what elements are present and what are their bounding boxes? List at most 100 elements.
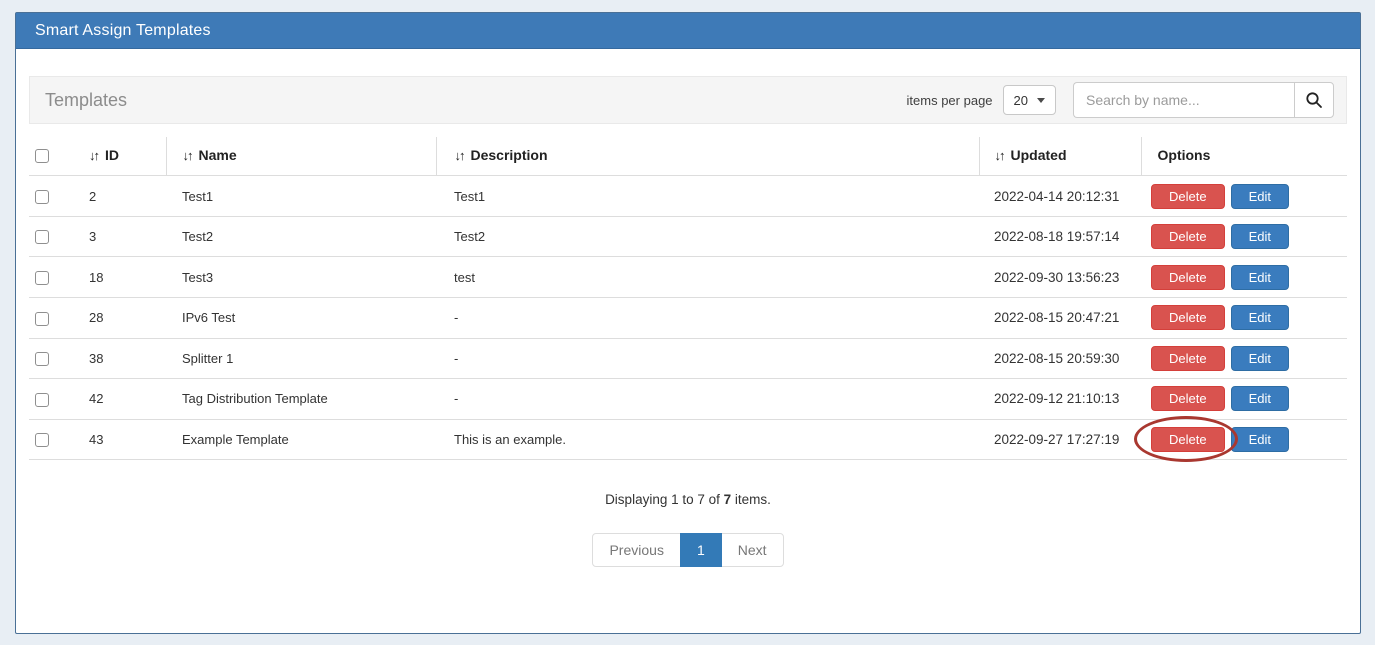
edit-button[interactable]: Edit: [1231, 305, 1289, 330]
row-checkbox[interactable]: [35, 190, 49, 204]
select-all-checkbox[interactable]: [35, 149, 49, 163]
table-row: 38Splitter 1-2022-08-15 20:59:30DeleteEd…: [29, 338, 1347, 379]
row-checkbox-cell: [29, 297, 81, 338]
column-header-updated[interactable]: ↓↑Updated: [979, 137, 1141, 176]
column-header-name[interactable]: ↓↑ Name: [166, 137, 436, 176]
templates-table: ↓↑ID↓↑Name↓↑Description↓↑UpdatedOptions …: [29, 137, 1347, 460]
delete-button[interactable]: Delete: [1151, 346, 1225, 371]
row-updated: 2022-04-14 20:12:31: [979, 176, 1141, 217]
row-checkbox-cell: [29, 176, 81, 217]
table-header-row: ↓↑ ID ↓↑ Name ↓↑Description↓↑UpdatedOptions: [29, 137, 1347, 176]
row-checkbox[interactable]: [35, 433, 49, 447]
pagination-next[interactable]: Next: [721, 533, 784, 567]
items-per-page-label: items per page: [907, 93, 993, 108]
row-description: Test2: [436, 216, 979, 257]
column-header-id[interactable]: ↓↑ ID: [81, 137, 166, 176]
row-options-cell: DeleteEdit: [1141, 338, 1347, 379]
row-checkbox[interactable]: [35, 352, 49, 366]
templates-panel-header: Templates items per page 20: [29, 76, 1347, 124]
edit-button[interactable]: Edit: [1231, 386, 1289, 411]
row-name: Tag Distribution Template: [166, 379, 436, 420]
annotated-delete-wrapper: Delete: [1151, 427, 1225, 452]
column-header-description[interactable]: ↓↑Description: [436, 137, 979, 176]
edit-button[interactable]: Edit: [1231, 184, 1289, 209]
table-header: ↓↑ ID ↓↑ Name ↓↑Description↓↑UpdatedOptions: [29, 137, 1347, 176]
row-id: 2: [81, 176, 166, 217]
row-id: 28: [81, 297, 166, 338]
row-description: -: [436, 297, 979, 338]
row-options-cell: DeleteEdit: [1141, 257, 1347, 298]
row-updated: 2022-08-15 20:59:30: [979, 338, 1141, 379]
row-checkbox-cell: [29, 379, 81, 420]
card-body: Templates items per page 20: [16, 49, 1360, 567]
row-checkbox[interactable]: [35, 393, 49, 407]
chevron-down-icon: [1037, 98, 1045, 103]
row-updated: 2022-09-12 21:10:13: [979, 379, 1141, 420]
row-checkbox[interactable]: [35, 230, 49, 244]
column-label: ID: [105, 147, 119, 163]
row-description: -: [436, 338, 979, 379]
edit-button[interactable]: Edit: [1231, 346, 1289, 371]
search-group: [1073, 82, 1334, 118]
edit-button[interactable]: Edit: [1231, 265, 1289, 290]
row-description: Test1: [436, 176, 979, 217]
row-name: Test3: [166, 257, 436, 298]
pagination: Previous 1 Next: [29, 533, 1347, 567]
row-options-cell: DeleteEdit: [1141, 176, 1347, 217]
row-id: 43: [81, 419, 166, 460]
edit-button[interactable]: Edit: [1231, 224, 1289, 249]
smart-assign-templates-card: Smart Assign Templates Templates items p…: [15, 12, 1361, 634]
delete-button[interactable]: Delete: [1151, 224, 1225, 249]
row-checkbox[interactable]: [35, 271, 49, 285]
items-per-page-value: 20: [1014, 93, 1028, 108]
search-button[interactable]: [1294, 82, 1334, 118]
search-input[interactable]: [1073, 82, 1294, 118]
column-header-options: Options: [1141, 137, 1347, 176]
sort-icon: ↓↑: [995, 148, 1004, 163]
row-name: Example Template: [166, 419, 436, 460]
row-name: Splitter 1: [166, 338, 436, 379]
table-row: 28IPv6 Test-2022-08-15 20:47:21DeleteEdi…: [29, 297, 1347, 338]
delete-button[interactable]: Delete: [1151, 184, 1225, 209]
page-title: Smart Assign Templates: [35, 22, 211, 40]
card-header: Smart Assign Templates: [16, 13, 1360, 49]
row-updated: 2022-08-18 19:57:14: [979, 216, 1141, 257]
summary-prefix: Displaying 1 to 7 of: [605, 492, 724, 507]
row-options-cell: DeleteEdit: [1141, 419, 1347, 460]
row-options-cell: DeleteEdit: [1141, 379, 1347, 420]
table-row: 3Test2Test22022-08-18 19:57:14DeleteEdit: [29, 216, 1347, 257]
row-description: This is an example.: [436, 419, 979, 460]
row-description: -: [436, 379, 979, 420]
row-checkbox[interactable]: [35, 312, 49, 326]
search-icon: [1305, 91, 1323, 109]
row-options-cell: DeleteEdit: [1141, 216, 1347, 257]
table-row: 42Tag Distribution Template-2022-09-12 2…: [29, 379, 1347, 420]
row-id: 42: [81, 379, 166, 420]
table-body: 2Test1Test12022-04-14 20:12:31DeleteEdit…: [29, 176, 1347, 460]
row-updated: 2022-09-30 13:56:23: [979, 257, 1141, 298]
sort-icon: ↓↑: [455, 148, 464, 163]
delete-button[interactable]: Delete: [1151, 427, 1225, 452]
row-checkbox-cell: [29, 419, 81, 460]
row-id: 3: [81, 216, 166, 257]
edit-button[interactable]: Edit: [1231, 427, 1289, 452]
row-options-cell: DeleteEdit: [1141, 297, 1347, 338]
row-checkbox-cell: [29, 257, 81, 298]
sort-icon: ↓↑: [89, 148, 98, 163]
table-row: 18Test3test2022-09-30 13:56:23DeleteEdit: [29, 257, 1347, 298]
summary-suffix: items.: [731, 492, 771, 507]
delete-button[interactable]: Delete: [1151, 305, 1225, 330]
delete-button[interactable]: Delete: [1151, 265, 1225, 290]
column-label: Name: [199, 147, 237, 163]
pagination-previous[interactable]: Previous: [592, 533, 680, 567]
row-id: 18: [81, 257, 166, 298]
delete-button[interactable]: Delete: [1151, 386, 1225, 411]
row-updated: 2022-08-15 20:47:21: [979, 297, 1141, 338]
sort-icon: ↓↑: [183, 148, 192, 163]
pagination-page-1[interactable]: 1: [680, 533, 722, 567]
row-name: Test1: [166, 176, 436, 217]
items-summary: Displaying 1 to 7 of 7 items.: [29, 492, 1347, 507]
items-per-page-select[interactable]: 20: [1003, 85, 1056, 115]
table-row: 43Example TemplateThis is an example.202…: [29, 419, 1347, 460]
row-description: test: [436, 257, 979, 298]
